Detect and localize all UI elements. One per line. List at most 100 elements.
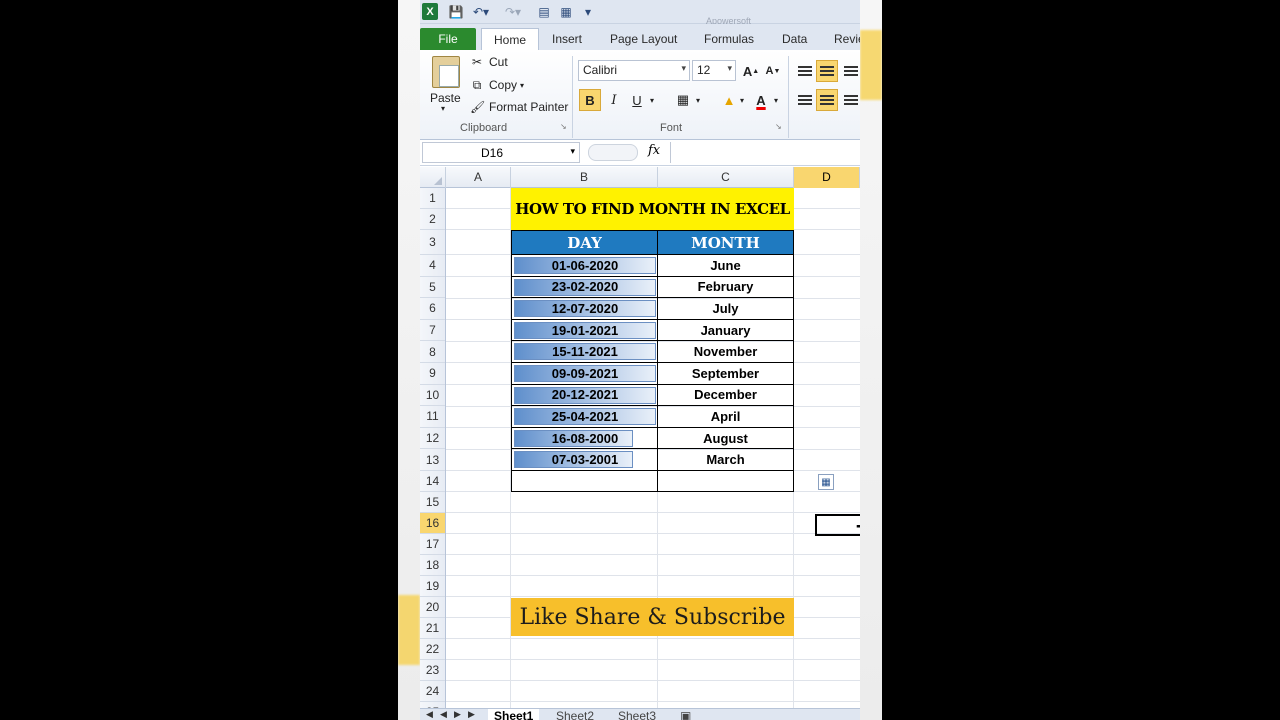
tab-home[interactable]: Home xyxy=(481,28,539,50)
cell-grid[interactable]: HOW TO FIND MONTH IN EXCEL DAY MONTH 01-… xyxy=(446,188,860,708)
month-cell[interactable]: December xyxy=(657,384,794,407)
shrink-font-button[interactable]: A ▼ xyxy=(762,60,784,82)
align-bottom-icon[interactable] xyxy=(840,60,860,82)
row-header[interactable]: 1 xyxy=(420,188,445,209)
excel-app-icon[interactable]: X xyxy=(422,3,438,20)
italic-button[interactable]: I xyxy=(603,89,625,111)
day-cell[interactable]: 20-12-2021 xyxy=(511,384,658,407)
font-color-dropdown-icon[interactable]: ▾ xyxy=(770,89,782,111)
column-header-c[interactable]: C xyxy=(658,167,794,188)
undo-icon[interactable]: ↶▾ xyxy=(470,3,492,20)
paste-icon[interactable] xyxy=(432,56,460,88)
month-cell[interactable]: August xyxy=(657,427,794,450)
row-header[interactable]: 14 xyxy=(420,471,445,492)
insert-function-icon[interactable]: fx xyxy=(648,143,660,158)
sheet-tab-sheet2[interactable]: Sheet2 xyxy=(550,709,600,720)
form-icon[interactable]: ▦ xyxy=(558,3,574,20)
fill-dropdown-icon[interactable]: ▾ xyxy=(736,89,748,111)
row-header[interactable]: 19 xyxy=(420,576,445,597)
font-size-select[interactable]: 12 ▾ xyxy=(692,60,736,81)
row-header[interactable]: 24 xyxy=(420,681,445,702)
row-header[interactable]: 13 xyxy=(420,449,445,471)
day-cell[interactable]: 19-01-2021 xyxy=(511,319,658,342)
row-header[interactable]: 18 xyxy=(420,555,445,576)
quick-analysis-icon[interactable]: ▦ xyxy=(818,474,834,490)
row-header[interactable]: 3 xyxy=(420,230,445,255)
cut-button[interactable]: ✂ Cut xyxy=(470,55,508,69)
clipboard-launcher-icon[interactable]: ↘ xyxy=(560,122,567,131)
tab-data[interactable]: Data xyxy=(776,28,813,50)
first-sheet-icon[interactable]: ◀ xyxy=(426,709,433,720)
grow-font-button[interactable]: A ▲ xyxy=(740,60,762,82)
month-cell[interactable]: January xyxy=(657,319,794,342)
underline-dropdown-icon[interactable]: ▾ xyxy=(646,89,658,111)
row-header[interactable]: 10 xyxy=(420,385,445,407)
formula-bar-resize-handle[interactable] xyxy=(588,144,638,161)
tab-insert[interactable]: Insert xyxy=(546,28,588,50)
tab-review[interactable]: Revie xyxy=(828,28,860,50)
row-header[interactable]: 9 xyxy=(420,363,445,385)
borders-dropdown-icon[interactable]: ▾ xyxy=(692,89,704,111)
paste-dropdown-icon[interactable]: ▾ xyxy=(441,104,445,113)
day-cell[interactable]: 23-02-2020 xyxy=(511,276,658,299)
row-header[interactable]: 20 xyxy=(420,597,445,618)
select-all-button[interactable] xyxy=(420,167,446,188)
month-cell[interactable]: April xyxy=(657,406,794,428)
row-header[interactable]: 21 xyxy=(420,618,445,639)
day-cell[interactable]: 12-07-2020 xyxy=(511,298,658,320)
day-cell[interactable]: 16-08-2000 xyxy=(511,427,658,450)
column-header-d[interactable]: D xyxy=(794,167,860,188)
day-cell[interactable]: 25-04-2021 xyxy=(511,406,658,428)
month-header-cell[interactable]: MONTH xyxy=(657,230,794,255)
borders-icon[interactable]: ▦ xyxy=(672,89,694,111)
insert-sheet-icon[interactable]: ▣ xyxy=(674,709,697,720)
row-header[interactable]: 17 xyxy=(420,534,445,555)
row-header[interactable]: 4 xyxy=(420,255,445,277)
month-cell[interactable]: February xyxy=(657,276,794,299)
month-cell[interactable]: November xyxy=(657,341,794,363)
font-color-button[interactable]: A xyxy=(750,89,772,111)
tab-page-layout[interactable]: Page Layout xyxy=(604,28,683,50)
align-center-icon[interactable] xyxy=(816,89,838,111)
tab-file[interactable]: File xyxy=(420,28,476,50)
day-header-cell[interactable]: DAY xyxy=(511,230,658,255)
align-right-icon[interactable] xyxy=(840,89,860,111)
tab-formulas[interactable]: Formulas xyxy=(698,28,760,50)
sheet-title-cell[interactable]: HOW TO FIND MONTH IN EXCEL xyxy=(511,188,794,230)
row-header[interactable]: 11 xyxy=(420,406,445,428)
format-painter-button[interactable]: 🖌 Format Painter xyxy=(470,100,568,114)
row-header[interactable]: 5 xyxy=(420,277,445,299)
row-header[interactable]: 7 xyxy=(420,320,445,342)
name-box[interactable]: D16 ▾ xyxy=(422,142,580,163)
next-sheet-icon[interactable]: ▶ xyxy=(454,709,461,720)
prev-sheet-icon[interactable]: ◀ xyxy=(440,709,447,720)
day-cell[interactable]: 15-11-2021 xyxy=(511,341,658,363)
day-cell[interactable]: 01-06-2020 xyxy=(511,255,658,277)
column-header-a[interactable]: A xyxy=(446,167,511,188)
last-sheet-icon[interactable]: ▶ xyxy=(468,709,475,720)
row-header-selected[interactable]: 16 xyxy=(420,513,445,534)
sheet-tab-sheet3[interactable]: Sheet3 xyxy=(612,709,662,720)
underline-button[interactable]: U xyxy=(626,89,648,111)
empty-day-cell[interactable] xyxy=(511,471,658,492)
active-cell-d16[interactable] xyxy=(815,514,860,536)
column-header-b[interactable]: B xyxy=(511,167,658,188)
month-cell[interactable]: March xyxy=(657,449,794,471)
row-header[interactable]: 23 xyxy=(420,660,445,681)
align-middle-icon[interactable] xyxy=(816,60,838,82)
row-header[interactable]: 2 xyxy=(420,209,445,230)
row-header[interactable]: 8 xyxy=(420,341,445,363)
print-preview-icon[interactable]: ▤ xyxy=(536,3,552,20)
bold-button[interactable]: B xyxy=(579,89,601,111)
align-top-icon[interactable] xyxy=(794,60,816,82)
row-header[interactable]: 6 xyxy=(420,298,445,320)
row-header[interactable]: 22 xyxy=(420,639,445,660)
customize-qat-icon[interactable]: ▾ xyxy=(582,3,594,20)
font-launcher-icon[interactable]: ↘ xyxy=(775,122,782,131)
empty-month-cell[interactable] xyxy=(657,471,794,492)
sheet-tab-sheet1[interactable]: Sheet1 xyxy=(488,709,540,720)
paste-button[interactable]: Paste xyxy=(430,91,461,105)
redo-icon[interactable]: ↷▾ xyxy=(502,3,524,20)
copy-button[interactable]: ⧉ Copy ▾ xyxy=(470,78,524,92)
row-header[interactable]: 15 xyxy=(420,492,445,513)
